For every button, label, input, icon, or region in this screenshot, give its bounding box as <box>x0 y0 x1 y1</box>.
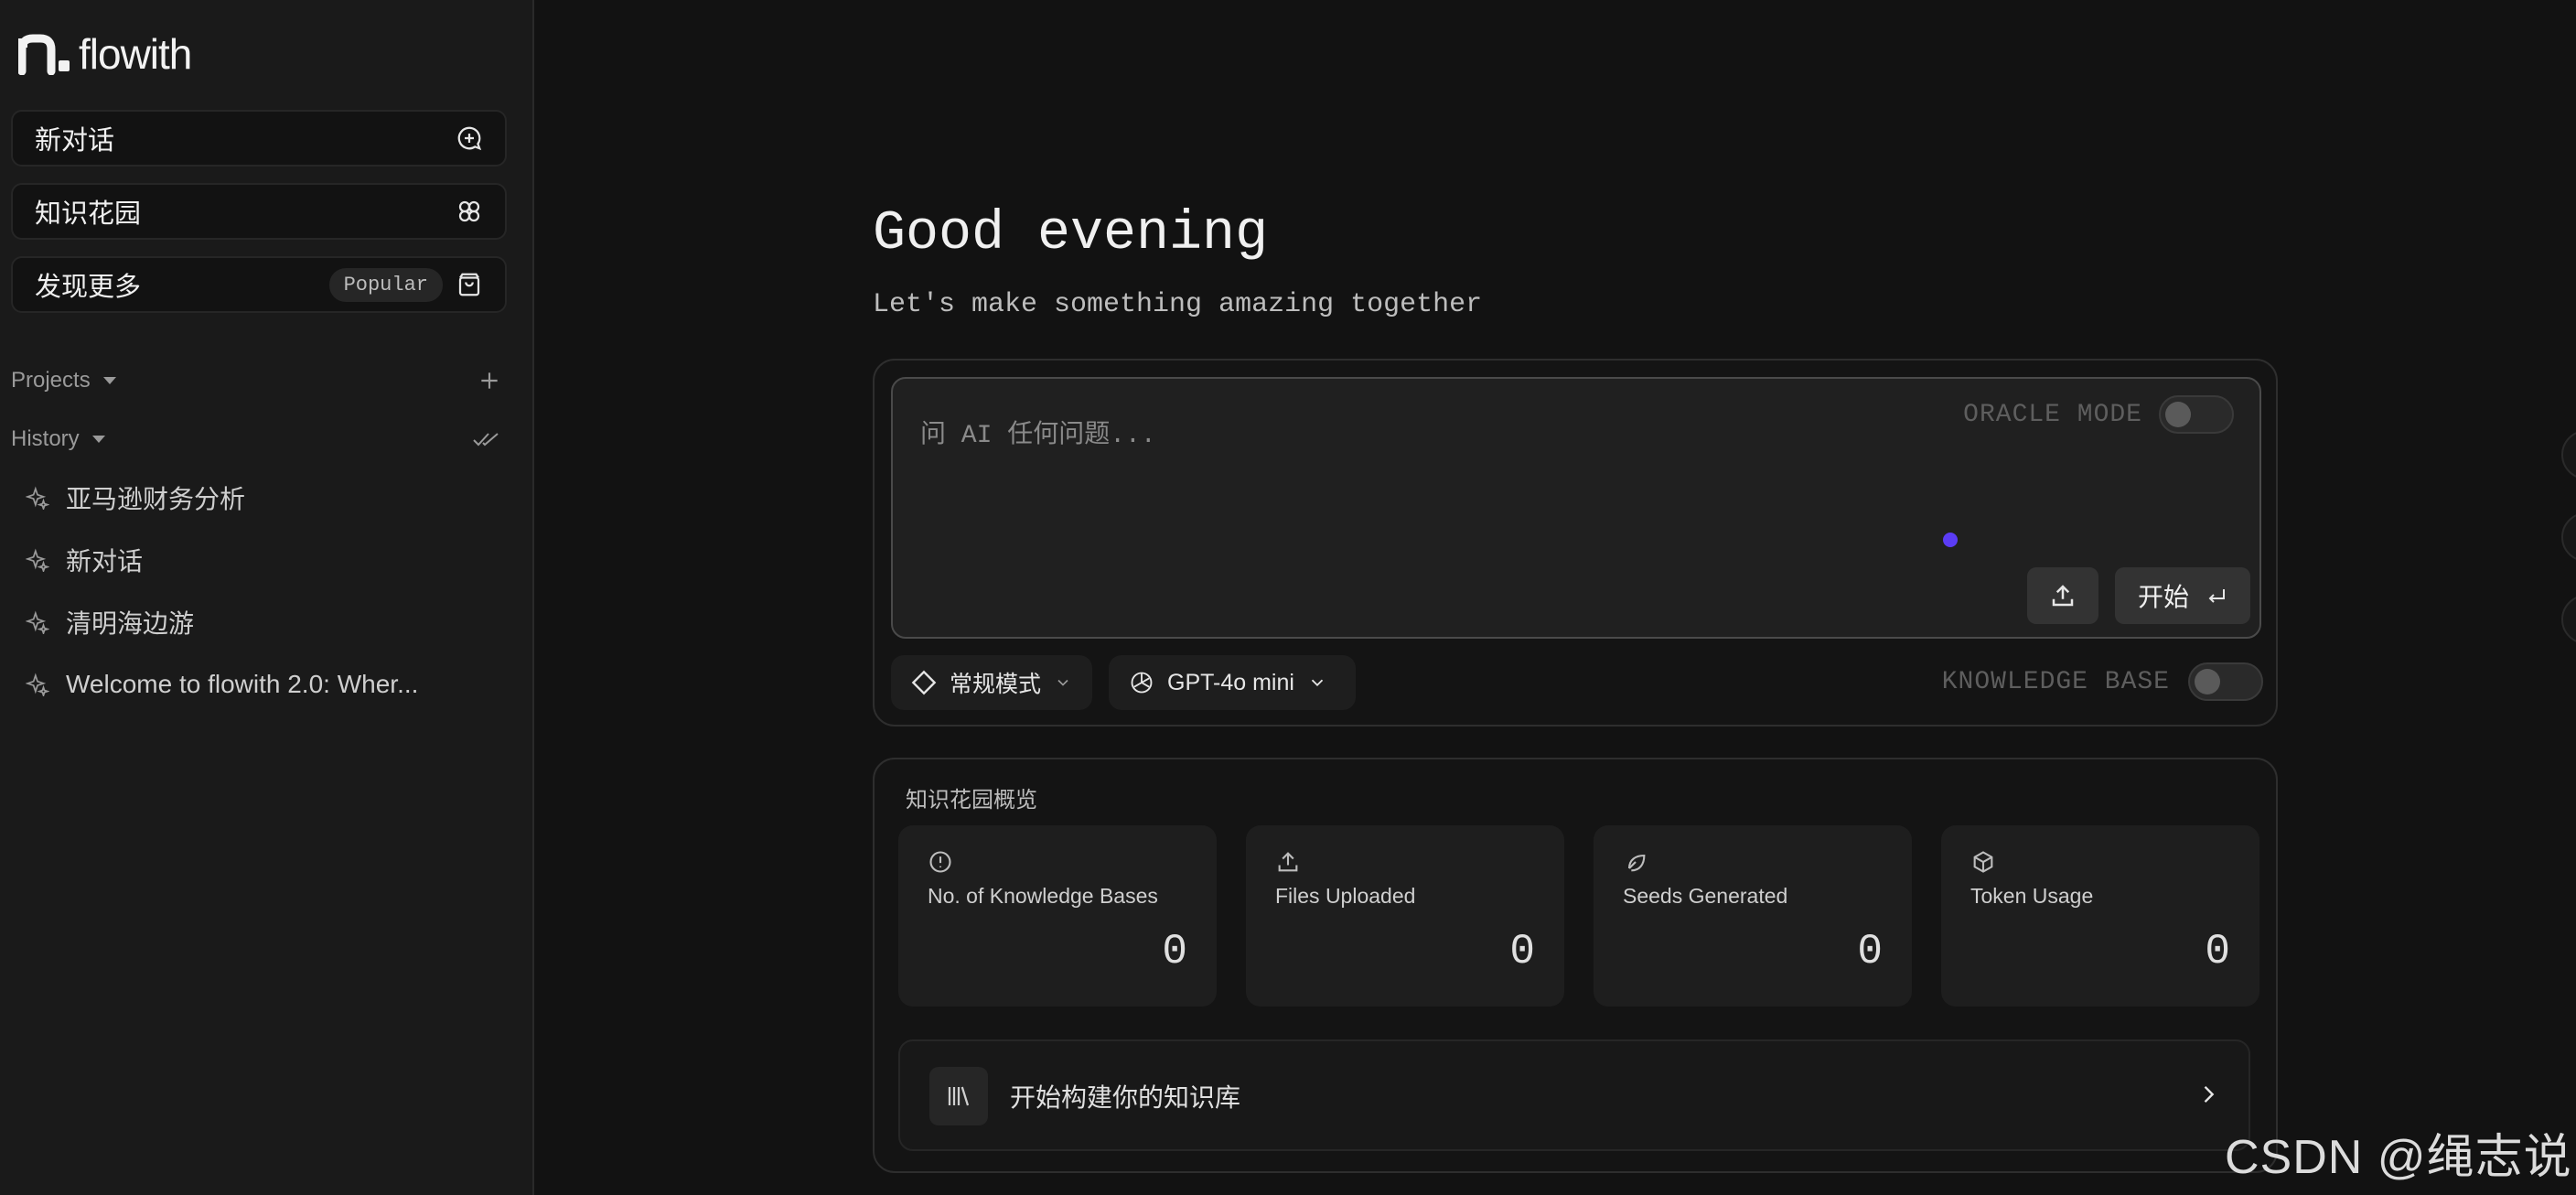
seed-icon <box>1627 854 1646 872</box>
greeting-heading: Good evening <box>873 203 1269 265</box>
sparkle-icon <box>26 673 49 696</box>
caret-down-icon <box>102 377 116 384</box>
oracle-mode-toggle-group: ORACLE MODE <box>1963 395 2234 434</box>
history-item[interactable]: Welcome to flowith 2.0: Wher... <box>26 664 418 705</box>
mode-label: 常规模式 <box>950 672 1042 697</box>
start-button[interactable]: 开始 <box>2115 567 2250 624</box>
watermark: CSDN @绳志说 <box>2225 1131 2572 1184</box>
stat-card-knowledge-bases: No. of Knowledge Bases 0 <box>898 825 1217 1007</box>
sparkle-icon <box>26 548 49 572</box>
new-chat-icon <box>457 126 482 151</box>
cursor-dot <box>1943 533 1958 547</box>
mode-selector[interactable]: 常规模式 <box>891 655 1092 710</box>
stat-value: 0 <box>1857 928 1883 975</box>
discover-button[interactable]: 发现更多 Popular <box>11 256 507 313</box>
history-item[interactable]: 新对话 <box>26 540 143 580</box>
chevron-right-icon <box>2204 1086 2215 1103</box>
model-selector[interactable]: GPT-4o mini <box>1109 655 1356 710</box>
upload-button[interactable] <box>2027 567 2098 624</box>
stat-label: Files Uploaded <box>1275 884 1416 908</box>
history-item-label: Welcome to flowith 2.0: Wher... <box>66 670 419 698</box>
upload-icon <box>1278 852 1298 872</box>
edge-button[interactable] <box>2561 430 2576 479</box>
projects-section: Projects <box>11 362 501 399</box>
stat-value: 0 <box>1509 928 1535 975</box>
knowledge-base-label: KNOWLEDGE BASE <box>1941 667 2170 696</box>
stat-label: No. of Knowledge Bases <box>928 884 1158 908</box>
knowledge-garden-overview: 知识花园概览 No. of Knowledge Bases 0 Files Up… <box>873 758 2278 1173</box>
stat-label: Token Usage <box>1970 884 2094 908</box>
shopping-bag-icon <box>458 273 480 296</box>
overview-title: 知识花园概览 <box>906 788 1037 813</box>
history-section: History <box>11 421 501 458</box>
prompt-input[interactable]: 问 AI 任何问题... ORACLE MODE 开始 <box>891 377 2261 639</box>
new-chat-button[interactable]: 新对话 <box>11 110 507 167</box>
history-item-label: 清明海边游 <box>66 609 195 638</box>
edge-button[interactable] <box>2561 595 2576 644</box>
oracle-mode-toggle[interactable] <box>2159 395 2234 434</box>
chevron-down-icon <box>1311 679 1324 687</box>
popular-badge: Popular <box>328 267 443 302</box>
enter-key-icon <box>2208 589 2225 603</box>
stat-card-seeds-generated: Seeds Generated 0 <box>1594 825 1912 1007</box>
knowledge-base-toggle[interactable] <box>2188 662 2263 701</box>
history-item-label: 新对话 <box>66 547 144 576</box>
openai-icon <box>1131 672 1153 694</box>
build-knowledge-base-label: 开始构建你的知识库 <box>1010 1083 1241 1112</box>
add-project-icon[interactable] <box>478 369 501 393</box>
double-check-icon[interactable] <box>472 427 501 451</box>
history-item[interactable]: 清明海边游 <box>26 602 194 642</box>
sparkle-icon <box>26 486 49 510</box>
flowith-logo-icon <box>18 34 70 75</box>
projects-label: Projects <box>11 368 91 393</box>
new-chat-label: 新对话 <box>35 126 115 156</box>
build-knowledge-base-button[interactable]: 开始构建你的知识库 <box>898 1039 2250 1151</box>
discover-label: 发现更多 <box>35 273 142 302</box>
cube-icon <box>1973 851 1993 873</box>
history-item-label: 亚马逊财务分析 <box>66 485 246 513</box>
greeting-subtitle: Let's make something amazing together <box>873 289 1483 320</box>
model-label: GPT-4o mini <box>1167 669 1294 695</box>
diamond-icon <box>911 670 937 695</box>
history-item[interactable]: 亚马逊财务分析 <box>26 478 245 518</box>
edge-button[interactable] <box>2561 512 2576 562</box>
caret-down-icon <box>91 436 105 443</box>
stat-value: 0 <box>2205 928 2230 975</box>
stat-label: Seeds Generated <box>1623 884 1788 908</box>
info-circle-icon <box>929 851 951 873</box>
sidebar: flowith 新对话 知识花园 发现更多 Popular Projects H… <box>0 0 534 1195</box>
projects-toggle[interactable]: Projects <box>11 368 116 393</box>
sparkle-icon <box>26 610 49 634</box>
chevron-down-icon <box>1057 679 1068 686</box>
history-label: History <box>11 426 80 451</box>
prompt-placeholder: 问 AI 任何问题... <box>920 422 1156 450</box>
library-icon <box>929 1067 988 1125</box>
stat-card-token-usage: Token Usage 0 <box>1941 825 2259 1007</box>
composer: 问 AI 任何问题... ORACLE MODE 开始 常规模式 GPT-4o … <box>873 359 2278 727</box>
logo[interactable]: flowith <box>18 30 192 78</box>
history-toggle[interactable]: History <box>11 426 105 452</box>
knowledge-garden-button[interactable]: 知识花园 <box>11 183 507 240</box>
oracle-mode-label: ORACLE MODE <box>1963 400 2142 429</box>
knowledge-base-toggle-group: KNOWLEDGE BASE <box>1942 662 2263 701</box>
logo-text: flowith <box>79 30 192 78</box>
stat-value: 0 <box>1162 928 1187 975</box>
upload-icon <box>2052 585 2074 607</box>
start-label: 开始 <box>2137 583 2189 611</box>
stat-card-files-uploaded: Files Uploaded 0 <box>1246 825 1564 1007</box>
flower-icon <box>458 200 480 222</box>
knowledge-garden-label: 知识花园 <box>35 199 142 229</box>
